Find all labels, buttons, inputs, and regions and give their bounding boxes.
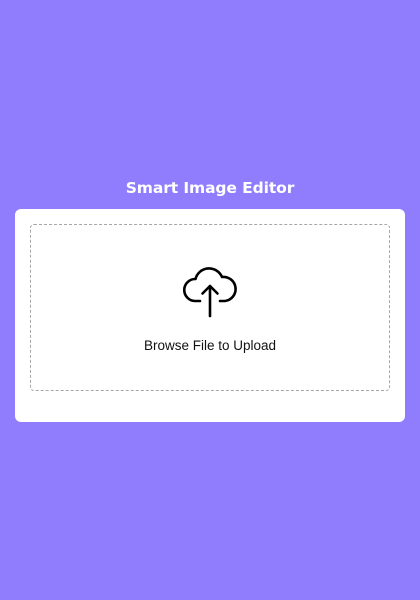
file-dropzone[interactable]: Browse File to Upload: [30, 224, 390, 391]
cloud-upload-icon: [181, 263, 239, 319]
browse-file-label[interactable]: Browse File to Upload: [31, 337, 389, 355]
upload-card: Browse File to Upload: [15, 209, 405, 422]
page-title: Smart Image Editor: [125, 179, 295, 197]
